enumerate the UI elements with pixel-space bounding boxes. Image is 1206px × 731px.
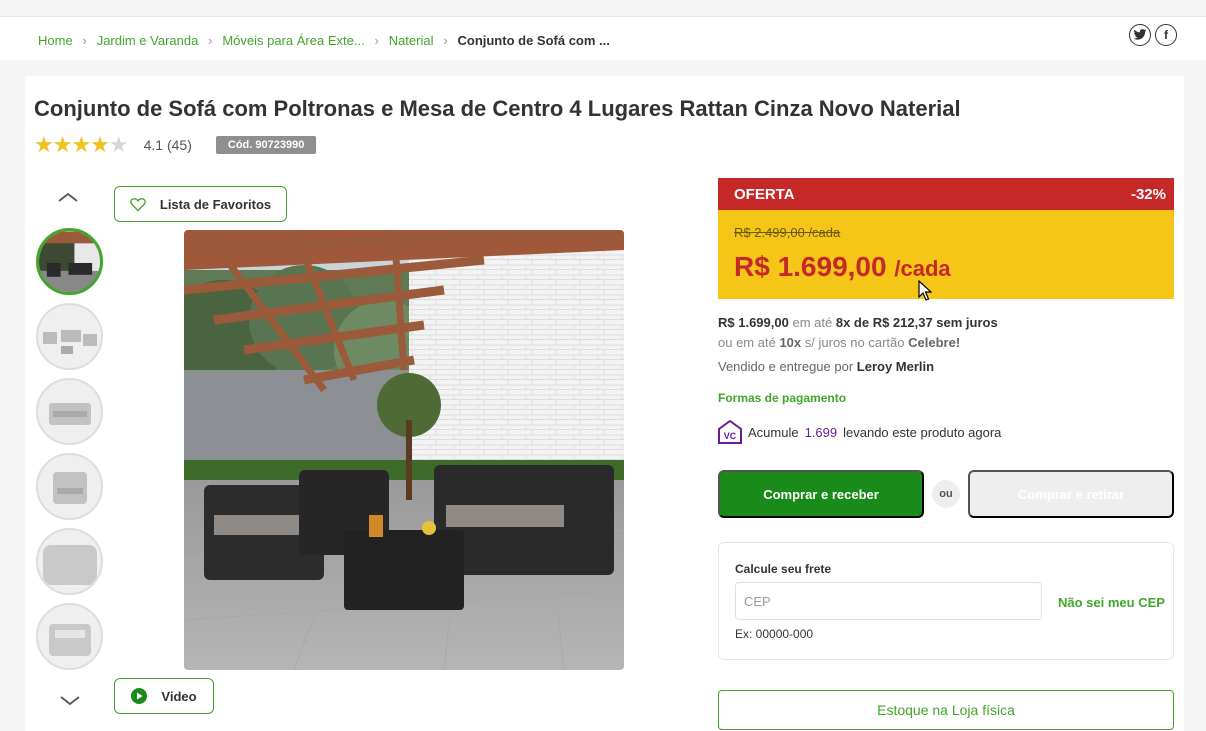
chevron-right-icon: › bbox=[374, 33, 379, 48]
top-bar bbox=[0, 0, 1206, 60]
card-prefix: ou em até bbox=[718, 335, 776, 350]
twitter-icon[interactable] bbox=[1129, 24, 1151, 46]
rating-count: 4.1 (45) bbox=[143, 137, 192, 153]
freight-title: Calcule seu frete bbox=[735, 562, 832, 576]
sku-badge: Cód. 90723990 bbox=[215, 136, 317, 154]
seller-prefix: Vendido e entregue por bbox=[718, 359, 854, 374]
product-image[interactable] bbox=[184, 230, 624, 670]
payment-methods-link[interactable]: Formas de pagamento bbox=[718, 391, 846, 405]
card-mid: s/ juros no cartão bbox=[804, 335, 905, 350]
breadcrumb-home[interactable]: Home bbox=[38, 33, 73, 48]
video-button[interactable]: Video bbox=[114, 678, 214, 714]
offer-header: OFERTA -32% bbox=[718, 178, 1174, 210]
offer-label: OFERTA bbox=[734, 185, 795, 203]
offer-price-box: R$ 2.499,00 /cada R$ 1.699,00 /cada bbox=[718, 210, 1174, 299]
stars-filled: ★★★★★ bbox=[34, 134, 111, 156]
loyalty-prefix: Acumule bbox=[748, 424, 799, 440]
heart-icon bbox=[130, 197, 146, 211]
breadcrumb: Home › Jardim e Varanda › Móveis para Ár… bbox=[38, 33, 610, 48]
store-stock-button[interactable]: Estoque na Loja física bbox=[718, 690, 1174, 730]
favorites-button[interactable]: Lista de Favoritos bbox=[114, 186, 287, 222]
loyalty-points: 1.699 bbox=[804, 424, 838, 440]
thumbnail-4[interactable] bbox=[36, 453, 103, 520]
chevron-down-icon[interactable] bbox=[58, 690, 82, 710]
thumbnail-5[interactable] bbox=[36, 528, 103, 595]
breadcrumb-moveis[interactable]: Móveis para Área Exte... bbox=[222, 33, 364, 48]
price: R$ 1.699,00 /cada bbox=[734, 251, 951, 283]
buy-and-receive-button[interactable]: Comprar e receber bbox=[718, 470, 924, 518]
page-title: Conjunto de Sofá com Poltronas e Mesa de… bbox=[34, 96, 961, 121]
thumbnail-3[interactable] bbox=[36, 378, 103, 445]
loyalty-badge-text: VC bbox=[724, 431, 737, 441]
chevron-up-icon[interactable] bbox=[56, 188, 80, 208]
thumbnail-2[interactable] bbox=[36, 303, 103, 370]
card-count: 10x bbox=[779, 335, 802, 350]
breadcrumb-naterial[interactable]: Naterial bbox=[389, 33, 434, 48]
or-divider: ou bbox=[932, 480, 960, 508]
cep-hint: Ex: 00000-000 bbox=[735, 627, 814, 641]
discount-badge: -32% bbox=[1130, 185, 1166, 203]
star-rating: ★★★★★ ★★★★★ bbox=[34, 134, 129, 156]
facebook-icon[interactable]: f bbox=[1155, 24, 1177, 46]
price-unit: /cada bbox=[894, 256, 951, 281]
loyalty-line: VC Acumule 1.699 levando este produto ag… bbox=[718, 420, 1001, 444]
old-price: R$ 2.499,00 /cada bbox=[734, 225, 841, 240]
social-share: f bbox=[1129, 24, 1177, 46]
mouse-cursor-icon bbox=[918, 280, 932, 301]
play-icon bbox=[131, 688, 148, 704]
divider bbox=[0, 16, 1206, 17]
installments-value: 8x de R$ 212,37 sem juros bbox=[835, 315, 998, 330]
installments-line: R$ 1.699,00 em até 8x de R$ 212,37 sem j… bbox=[718, 315, 998, 330]
cash-price: R$ 1.699,00 bbox=[718, 315, 789, 330]
chevron-right-icon: › bbox=[208, 33, 213, 48]
card-name: Celebre! bbox=[908, 335, 961, 350]
breadcrumb-jardim[interactable]: Jardim e Varanda bbox=[97, 33, 199, 48]
seller-line: Vendido e entregue por Leroy Merlin bbox=[718, 359, 934, 374]
chevron-right-icon: › bbox=[443, 33, 448, 48]
seller-name: Leroy Merlin bbox=[856, 359, 935, 374]
unknown-cep-link[interactable]: Não sei meu CEP bbox=[1058, 595, 1165, 610]
video-label: Video bbox=[161, 688, 197, 704]
cep-input[interactable] bbox=[735, 582, 1042, 620]
chevron-right-icon: › bbox=[82, 33, 87, 48]
price-value: R$ 1.699,00 bbox=[734, 251, 887, 282]
freight-calculator: Calcule seu frete Não sei meu CEP Ex: 00… bbox=[718, 542, 1174, 660]
card-installments-line: ou em até 10x s/ juros no cartão Celebre… bbox=[718, 335, 960, 350]
thumbnail-6[interactable] bbox=[36, 603, 103, 670]
loyalty-suffix: levando este produto agora bbox=[843, 424, 1002, 440]
buy-and-pickup-button[interactable]: Comprar e retirar bbox=[968, 470, 1174, 518]
favorites-label: Lista de Favoritos bbox=[159, 196, 272, 212]
rating[interactable]: ★★★★★ ★★★★★ 4.1 (45) Cód. 90723990 bbox=[34, 134, 317, 156]
installments-connector: em até bbox=[792, 315, 833, 330]
breadcrumb-current: Conjunto de Sofá com ... bbox=[457, 33, 610, 48]
thumbnail-1[interactable] bbox=[36, 228, 103, 295]
loyalty-vc-icon: VC bbox=[718, 420, 742, 444]
